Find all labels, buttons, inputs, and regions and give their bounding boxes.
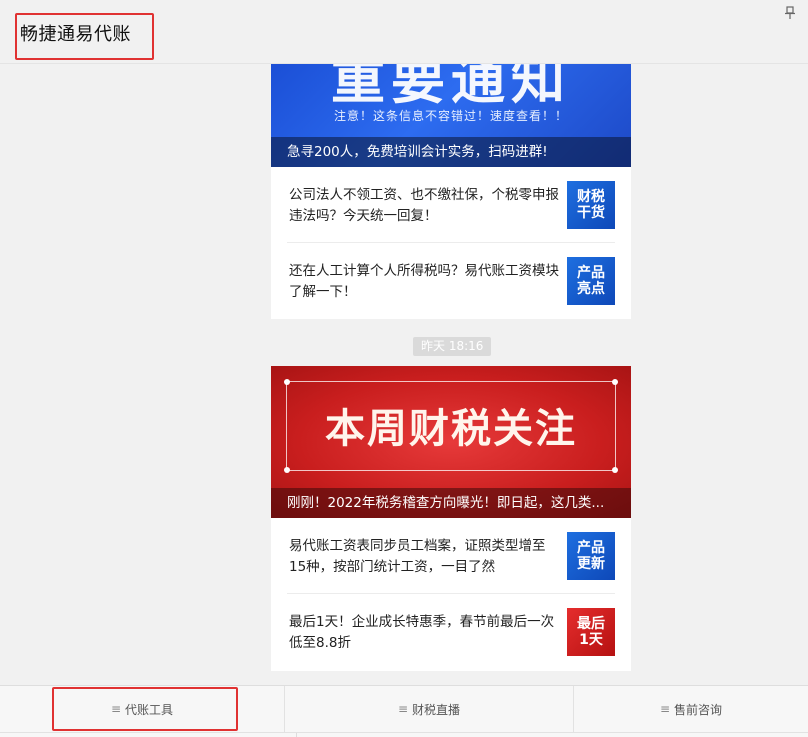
article-item[interactable]: 公司法人不领工资、也不缴社保，个税零申报违法吗？今天统一回复！ 财税 干货 <box>271 167 631 243</box>
banner-caption: 刚刚！2022年税务稽查方向曝光！即日起，这几类... <box>271 488 631 518</box>
menu-tab-label: 财税直播 <box>412 702 461 717</box>
article-card-2[interactable]: 本周财税关注 刚刚！2022年税务稽查方向曝光！即日起，这几类... 易代账工资… <box>271 366 631 671</box>
bottom-menu: ≡ 代账工具 ≡ 财税直播 ≡ 售前咨询 <box>0 685 808 737</box>
article-card-1[interactable]: 重要通知 注意！这条信息不容错过！速度查看！！ 急寻200人，免费培训会计实务，… <box>271 64 631 319</box>
article-item[interactable]: 还在人工计算个人所得税吗？易代账工资模块了解一下！ 产品 亮点 <box>271 243 631 319</box>
article-thumbnail: 最后 1天 <box>567 608 615 656</box>
article-title: 公司法人不领工资、也不缴社保，个税零申报违法吗？今天统一回复！ <box>289 187 559 224</box>
article-title: 易代账工资表同步员工档案，证照类型增至15种，按部门统计工资，一目了然 <box>289 538 546 575</box>
thumbnail-text: 最后 <box>577 616 605 632</box>
article-item[interactable]: 最后1天！企业成长特惠季，春节前最后一次低至8.8折 最后 1天 <box>271 594 631 670</box>
menu-icon: ≡ <box>659 702 671 716</box>
footer-divider <box>0 732 808 737</box>
pin-icon[interactable] <box>784 6 798 20</box>
menu-tab-tax-live[interactable]: ≡ 财税直播 <box>285 686 574 732</box>
article-banner-2[interactable]: 本周财税关注 刚刚！2022年税务稽查方向曝光！即日起，这几类... <box>271 366 631 518</box>
article-thumbnail: 财税 干货 <box>567 181 615 229</box>
menu-icon: ≡ <box>397 702 409 716</box>
article-banner-1[interactable]: 重要通知 注意！这条信息不容错过！速度查看！！ 急寻200人，免费培训会计实务，… <box>271 64 631 167</box>
article-thumbnail: 产品 亮点 <box>567 257 615 305</box>
page-title: 畅捷通易代账 <box>20 24 131 45</box>
banner-caption: 急寻200人，免费培训会计实务，扫码进群! <box>271 137 631 167</box>
article-title: 还在人工计算个人所得税吗？易代账工资模块了解一下！ <box>289 263 559 300</box>
article-thumbnail: 产品 更新 <box>567 532 615 580</box>
thumbnail-text: 更新 <box>577 556 605 572</box>
chat-header: 畅捷通易代账 <box>0 0 808 64</box>
menu-tab-presales-consult[interactable]: ≡ 售前咨询 <box>574 686 808 732</box>
thumbnail-text: 亮点 <box>577 281 605 297</box>
banner-subtitle: 注意！这条信息不容错过！速度查看！！ <box>333 109 568 123</box>
message-timestamp: 昨天 18:16 <box>413 337 492 356</box>
thumbnail-text: 产品 <box>577 540 605 556</box>
thumbnail-text: 财税 <box>577 189 605 205</box>
article-title: 最后1天！企业成长特惠季，春节前最后一次低至8.8折 <box>289 614 555 651</box>
banner-headline: 本周财税关注 <box>325 406 577 452</box>
menu-tab-label: 售前咨询 <box>674 702 723 717</box>
tab-highlight-box <box>52 687 238 731</box>
message-list[interactable]: 重要通知 注意！这条信息不容错过！速度查看！！ 急寻200人，免费培训会计实务，… <box>0 64 808 685</box>
thumbnail-text: 干货 <box>577 205 605 221</box>
article-item[interactable]: 易代账工资表同步员工档案，证照类型增至15种，按部门统计工资，一目了然 产品 更… <box>271 518 631 594</box>
thumbnail-text: 产品 <box>577 265 605 281</box>
thumbnail-text: 1天 <box>579 632 603 648</box>
